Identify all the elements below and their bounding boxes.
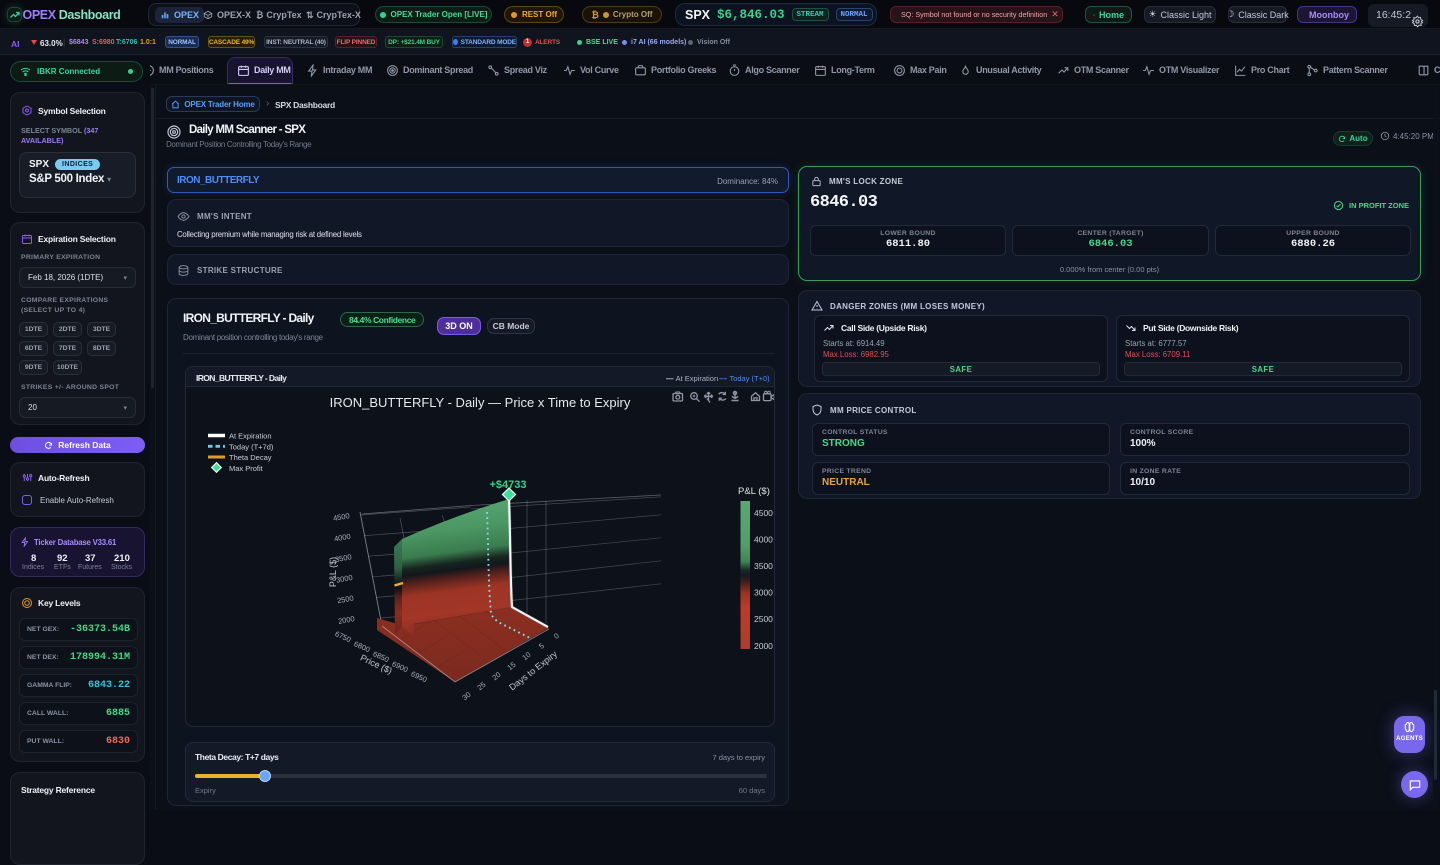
svg-text:P&L ($): P&L ($): [738, 486, 770, 497]
svg-text:4500: 4500: [754, 508, 773, 518]
svg-text:At Expiration: At Expiration: [229, 432, 272, 441]
svg-text:+$4733: +$4733: [489, 479, 526, 491]
svg-text:4000: 4000: [333, 532, 351, 544]
svg-text:20: 20: [490, 670, 502, 682]
svg-text:0: 0: [552, 631, 561, 641]
svg-text:4000: 4000: [754, 535, 773, 545]
svg-text:2000: 2000: [754, 641, 773, 651]
svg-text:30: 30: [460, 690, 472, 702]
svg-text:2500: 2500: [754, 614, 773, 624]
svg-text:IRON_BUTTERFLY - Daily — Price: IRON_BUTTERFLY - Daily — Price x Time to…: [330, 395, 631, 410]
svg-text:Theta Decay: Theta Decay: [229, 453, 272, 462]
svg-text:2000: 2000: [337, 614, 355, 626]
svg-text:4500: 4500: [332, 511, 350, 523]
svg-text:10: 10: [520, 650, 532, 662]
svg-text:3500: 3500: [754, 561, 773, 571]
svg-text:2500: 2500: [336, 594, 354, 606]
svg-text:3000: 3000: [335, 573, 353, 585]
svg-text:Max Profit: Max Profit: [229, 464, 264, 473]
svg-text:3000: 3000: [754, 588, 773, 598]
svg-text:5: 5: [537, 641, 546, 651]
svg-text:Days to Expiry: Days to Expiry: [507, 649, 559, 693]
svg-text:15: 15: [505, 660, 517, 672]
svg-text:P&L ($): P&L ($): [328, 557, 338, 587]
svg-text:Today (T+7d): Today (T+7d): [229, 442, 274, 451]
svg-text:6950: 6950: [410, 669, 429, 684]
svg-text:25: 25: [475, 680, 487, 692]
svg-text:6750: 6750: [334, 629, 353, 644]
svg-text:6800: 6800: [353, 639, 372, 654]
